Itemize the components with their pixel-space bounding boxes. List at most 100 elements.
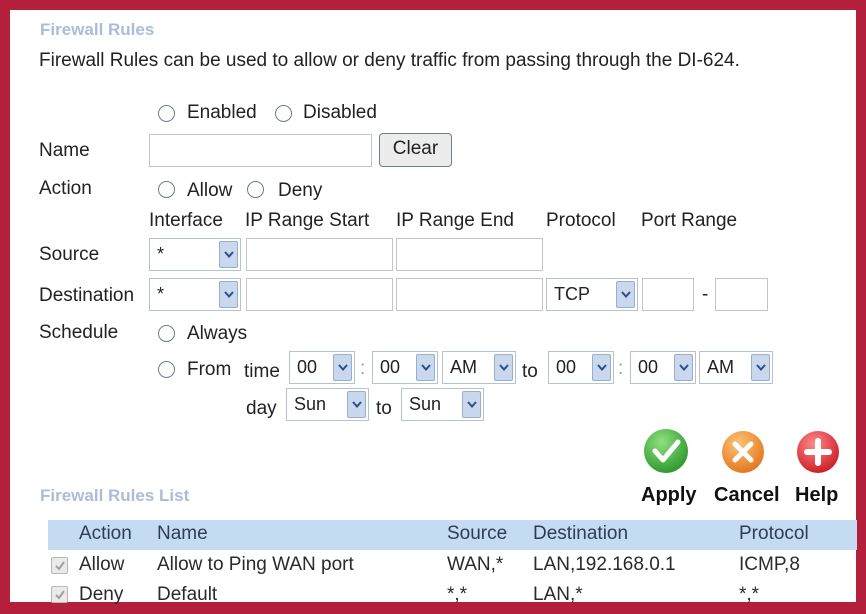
from-hour-select[interactable]: 00 (289, 351, 355, 384)
chevron-down-icon (416, 354, 435, 381)
header-name: Name (157, 523, 208, 544)
chevron-down-icon (333, 354, 352, 381)
header-source: Source (447, 523, 508, 544)
destination-label: Destination (39, 285, 135, 306)
header-action: Action (79, 523, 132, 544)
from-hour-value: 00 (297, 357, 318, 377)
chevron-down-icon (751, 354, 770, 381)
chevron-down-icon (494, 354, 513, 381)
to-ampm-value: AM (707, 357, 734, 377)
chevron-down-icon (219, 241, 238, 268)
to-ampm-select[interactable]: AM (699, 351, 773, 384)
row-destination: LAN,* (533, 584, 583, 605)
deny-label: Deny (278, 180, 323, 201)
checkmark-icon (644, 429, 688, 473)
time-label: time (244, 361, 280, 382)
source-interface-value: * (157, 244, 165, 264)
disabled-label: Disabled (303, 102, 377, 123)
header-protocol: Protocol (739, 523, 809, 544)
day-from-value: Sun (294, 394, 327, 414)
day-from-select[interactable]: Sun (286, 388, 369, 421)
port-range-end-input[interactable] (715, 278, 768, 311)
row-name: Default (157, 584, 218, 605)
page-title: Firewall Rules (40, 20, 155, 39)
from-ampm-value: AM (450, 357, 477, 377)
header-destination: Destination (533, 523, 629, 544)
destination-interface-value: * (157, 284, 165, 304)
port-range-start-input[interactable] (642, 278, 694, 311)
name-label: Name (39, 140, 90, 161)
source-label: Source (39, 244, 100, 265)
action-label: Action (39, 178, 92, 199)
to-minute-value: 00 (638, 357, 659, 377)
rules-list-header: Action Name Source Destination Protocol (48, 520, 857, 550)
day-to-value: Sun (409, 394, 442, 414)
help-button[interactable] (796, 430, 840, 474)
from-minute-select[interactable]: 00 (372, 351, 438, 384)
schedule-label: Schedule (39, 322, 119, 343)
ip-range-end-column-label: IP Range End (396, 210, 514, 231)
protocol-column-label: Protocol (546, 210, 616, 231)
x-icon (722, 431, 764, 473)
cancel-label: Cancel (714, 484, 780, 506)
time-separator: : (618, 358, 624, 379)
chevron-down-icon (219, 281, 238, 308)
row-checkbox[interactable] (51, 557, 68, 574)
name-input[interactable] (149, 134, 372, 167)
row-destination: LAN,192.168.0.1 (533, 554, 676, 575)
from-ampm-select[interactable]: AM (442, 351, 516, 384)
destination-interface-select[interactable]: * (149, 278, 241, 311)
from-radio[interactable] (158, 361, 175, 378)
chevron-down-icon (462, 391, 481, 418)
port-range-column-label: Port Range (641, 210, 738, 231)
time-to-label: to (522, 361, 538, 382)
row-action: Allow (79, 554, 125, 575)
enabled-radio[interactable] (158, 105, 175, 122)
row-name: Allow to Ping WAN port (157, 554, 354, 575)
chevron-down-icon (674, 354, 693, 381)
chevron-down-icon (592, 354, 611, 381)
page-frame: Firewall Rules Firewall Rules can be use… (0, 0, 866, 614)
source-interface-select[interactable]: * (149, 238, 241, 271)
allow-radio[interactable] (158, 181, 175, 198)
interface-column-label: Interface (149, 210, 223, 231)
plus-icon (797, 431, 839, 473)
always-label: Always (187, 323, 248, 344)
ip-range-start-column-label: IP Range Start (245, 210, 370, 231)
day-label: day (246, 398, 277, 419)
page-description: Firewall Rules can be used to allow or d… (39, 50, 740, 71)
row-protocol: *,* (739, 584, 760, 605)
protocol-value: TCP (554, 284, 590, 304)
to-minute-select[interactable]: 00 (630, 351, 696, 384)
rules-list-title: Firewall Rules List (40, 486, 190, 505)
enabled-label: Enabled (187, 102, 257, 123)
source-ip-start-input[interactable] (246, 238, 393, 271)
allow-label: Allow (187, 180, 233, 201)
row-source: WAN,* (447, 554, 504, 575)
clear-button[interactable]: Clear (379, 133, 452, 167)
port-range-dash: - (702, 284, 709, 305)
from-label: From (187, 359, 232, 380)
source-ip-end-input[interactable] (396, 238, 543, 271)
chevron-down-icon (616, 281, 635, 308)
apply-button[interactable] (643, 428, 689, 474)
row-action: Deny (79, 584, 124, 605)
disabled-radio[interactable] (275, 105, 292, 122)
help-label: Help (795, 484, 839, 506)
day-to-select[interactable]: Sun (401, 388, 484, 421)
deny-radio[interactable] (247, 181, 264, 198)
row-checkbox[interactable] (51, 586, 68, 603)
apply-label: Apply (641, 484, 697, 506)
cancel-button[interactable] (721, 430, 765, 474)
to-hour-select[interactable]: 00 (548, 351, 614, 384)
destination-ip-start-input[interactable] (246, 278, 393, 311)
day-to-label: to (376, 398, 392, 419)
destination-ip-end-input[interactable] (396, 278, 543, 311)
from-minute-value: 00 (380, 357, 401, 377)
protocol-select[interactable]: TCP (546, 278, 638, 311)
time-separator: : (360, 358, 366, 379)
always-radio[interactable] (158, 325, 175, 342)
to-hour-value: 00 (556, 357, 577, 377)
chevron-down-icon (347, 391, 366, 418)
row-source: *,* (447, 584, 468, 605)
